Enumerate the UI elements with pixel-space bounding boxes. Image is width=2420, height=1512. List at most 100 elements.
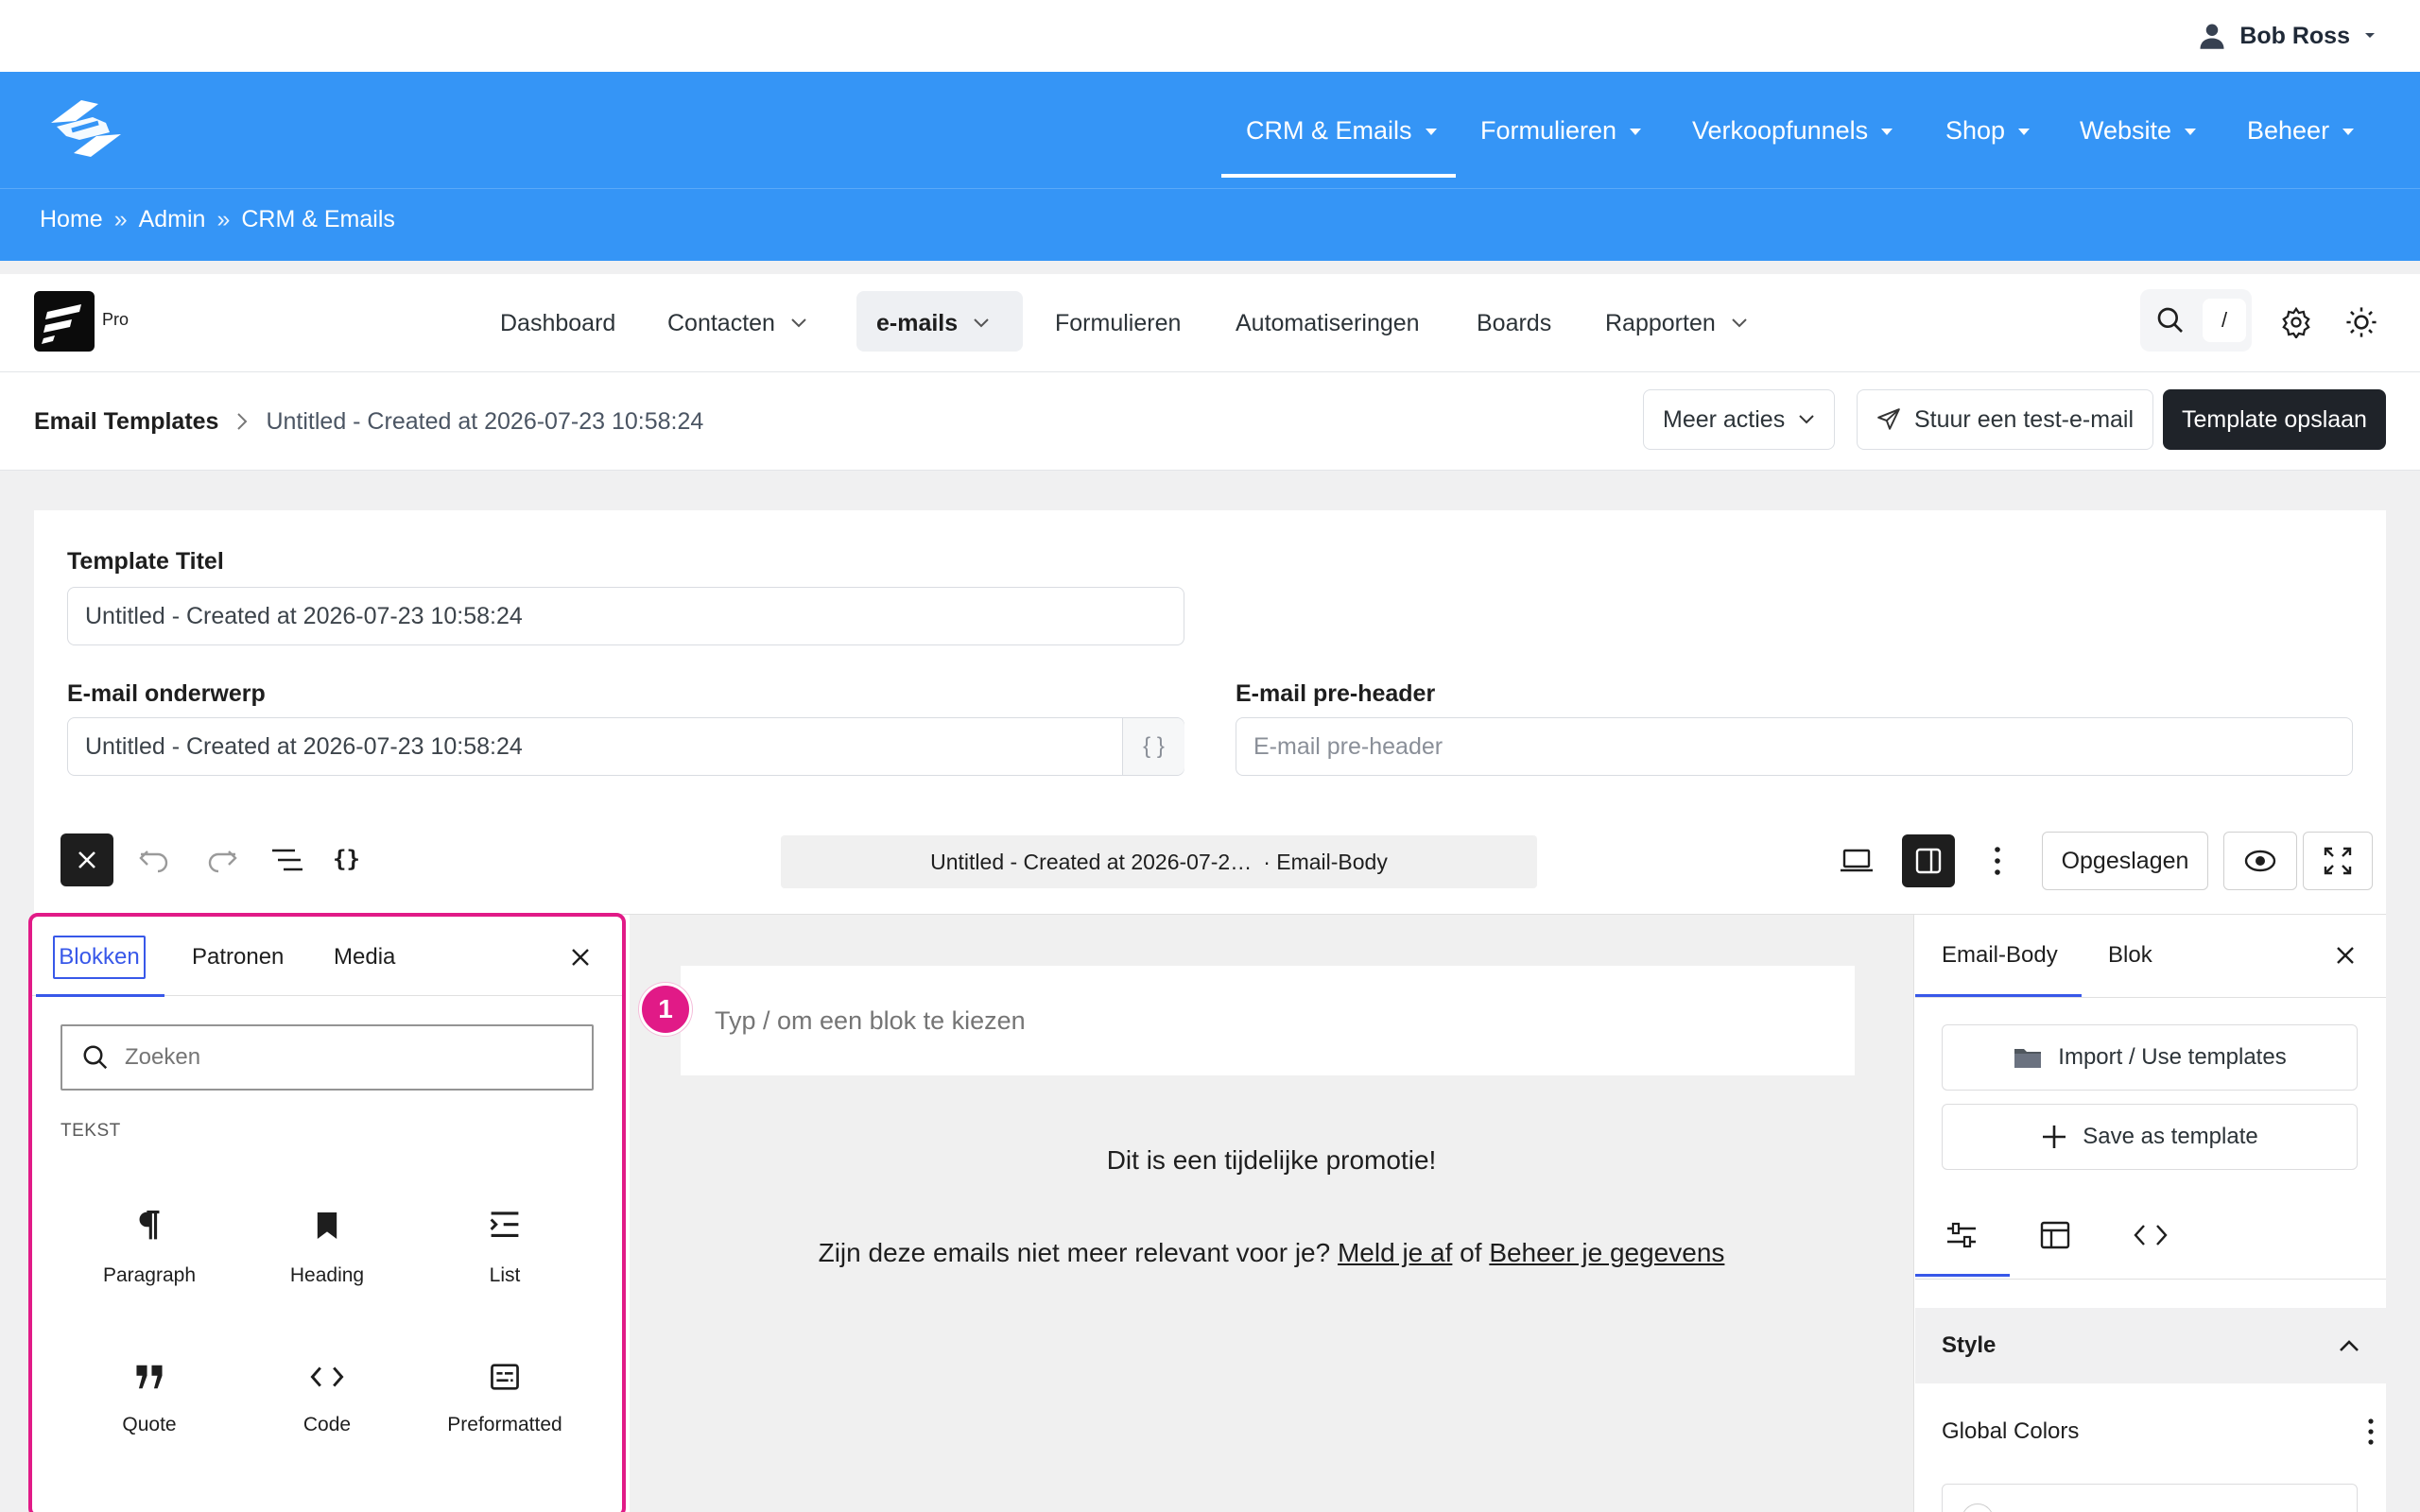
- manage-preferences-link[interactable]: Beheer je gegevens: [1489, 1238, 1724, 1267]
- document-outline-icon[interactable]: [270, 848, 304, 872]
- breadcrumb-home[interactable]: Home: [40, 206, 103, 233]
- block-preformatted[interactable]: Preformatted: [416, 1363, 594, 1436]
- app-nav-formulieren[interactable]: Formulieren: [1055, 274, 1181, 372]
- more-actions-button[interactable]: Meer acties: [1643, 389, 1836, 450]
- user-icon: [2200, 24, 2224, 49]
- merge-tags-button[interactable]: { }: [1122, 718, 1184, 775]
- block-quote[interactable]: Quote: [60, 1363, 238, 1436]
- heading-icon: [317, 1212, 337, 1239]
- promo-text[interactable]: Dit is een tijdelijke promotie!: [630, 1145, 1913, 1176]
- template-title-input[interactable]: Untitled - Created at 2026-07-23 10:58:2…: [67, 587, 1184, 645]
- nav-active-indicator: [1221, 174, 1456, 178]
- app-nav-automatiseringen[interactable]: Automatiseringen: [1236, 274, 1420, 372]
- caret-down-icon: [1425, 129, 1437, 135]
- chevron-down-icon: [2365, 33, 2375, 38]
- breadcrumb-separator: »: [216, 205, 231, 232]
- app-nav-boards[interactable]: Boards: [1477, 274, 1551, 372]
- tab-blocks[interactable]: Blokken: [53, 936, 146, 979]
- app-nav-dashboard[interactable]: Dashboard: [500, 274, 615, 372]
- preview-button[interactable]: [2223, 832, 2297, 890]
- active-tab-indicator: [36, 994, 164, 997]
- color-picker-row[interactable]: [1942, 1484, 2358, 1512]
- footer-text-block[interactable]: Zijn deze emails niet meer relevant voor…: [630, 1238, 1913, 1268]
- chevron-down-icon: [1732, 318, 1747, 328]
- desktop-preview-icon[interactable]: [1840, 846, 1874, 874]
- tab-media[interactable]: Media: [334, 936, 395, 979]
- block-code[interactable]: Code: [238, 1363, 416, 1436]
- import-templates-label: Import / Use templates: [2058, 1044, 2287, 1070]
- nav-crm-emails[interactable]: CRM & Emails: [1246, 72, 1437, 189]
- block-heading[interactable]: Heading: [238, 1210, 416, 1287]
- block-list[interactable]: List: [416, 1210, 594, 1287]
- search-icon: [83, 1045, 108, 1070]
- document-title-bar[interactable]: Untitled - Created at 2026-07-2… · Email…: [781, 835, 1537, 888]
- global-colors-label: Global Colors: [1942, 1418, 2080, 1444]
- app-logo[interactable]: [34, 291, 95, 352]
- block-paragraph[interactable]: Paragraph: [60, 1210, 238, 1287]
- tab-email-body[interactable]: Email-Body: [1942, 915, 2058, 996]
- unsubscribe-link[interactable]: Meld je af: [1338, 1238, 1452, 1267]
- block-heading-label: Heading: [289, 1264, 365, 1286]
- more-options-icon[interactable]: [1988, 844, 2007, 878]
- nav-shop-label: Shop: [1945, 115, 2006, 145]
- variables-button[interactable]: {}: [333, 846, 360, 872]
- user-menu[interactable]: Bob Ross: [2198, 17, 2377, 55]
- nav-beheer[interactable]: Beheer: [2247, 72, 2355, 189]
- code-icon[interactable]: [2133, 1223, 2169, 1247]
- block-search-input[interactable]: Zoeken: [60, 1024, 594, 1091]
- undo-icon[interactable]: [138, 846, 170, 874]
- email-subject-input[interactable]: Untitled - Created at 2026-07-23 10:58:2…: [67, 717, 1184, 776]
- breadcrumb: Home » Admin » CRM & Emails: [40, 189, 395, 249]
- app-nav-emails[interactable]: e-mails: [876, 274, 990, 372]
- app-nav-contacten-label: Contacten: [667, 309, 775, 336]
- block-appender[interactable]: Typ / om een blok te kiezen: [681, 966, 1855, 1075]
- list-icon: [490, 1211, 519, 1238]
- caret-down-icon: [1881, 129, 1893, 135]
- saved-status-button[interactable]: Opgeslagen: [2042, 832, 2208, 890]
- nav-verkoopfunnels[interactable]: Verkoopfunnels: [1692, 72, 1893, 189]
- global-colors-row: Global Colors: [1942, 1408, 2377, 1455]
- app-nav-emails-label: e-mails: [876, 309, 959, 336]
- fullscreen-button[interactable]: [2303, 832, 2373, 890]
- more-options-icon[interactable]: [2365, 1418, 2377, 1446]
- sun-icon[interactable]: [2345, 306, 2377, 338]
- import-templates-button[interactable]: Import / Use templates: [1942, 1024, 2358, 1091]
- gear-icon[interactable]: [2280, 306, 2312, 338]
- app-nav-contacten[interactable]: Contacten: [667, 274, 807, 372]
- brand-logo[interactable]: [43, 94, 129, 163]
- nav-website[interactable]: Website: [2080, 72, 2197, 189]
- app-nav-rapporten[interactable]: Rapporten: [1605, 274, 1748, 372]
- breadcrumb-admin[interactable]: Admin: [139, 206, 206, 233]
- nav-shop[interactable]: Shop: [1945, 72, 2031, 189]
- tab-patterns[interactable]: Patronen: [192, 936, 284, 979]
- layout-icon[interactable]: [2040, 1221, 2070, 1249]
- style-panel-header[interactable]: Style: [1915, 1308, 2386, 1383]
- send-test-email-button[interactable]: Stuur een test-e-mail: [1857, 389, 2154, 450]
- nav-formulieren[interactable]: Formulieren: [1480, 72, 1642, 189]
- email-subject-value: Untitled - Created at 2026-07-23 10:58:2…: [85, 732, 523, 760]
- block-quote-label: Quote: [122, 1414, 177, 1435]
- close-icon[interactable]: [2335, 945, 2356, 966]
- code-icon: [310, 1366, 344, 1387]
- breadcrumb-crm-emails[interactable]: CRM & Emails: [241, 206, 395, 233]
- sliders-icon[interactable]: [1945, 1221, 1978, 1249]
- block-category-label: TEKST: [60, 1121, 121, 1141]
- save-template-button[interactable]: Template opslaan: [2163, 389, 2386, 450]
- redo-icon[interactable]: [206, 846, 238, 874]
- block-list-label: List: [489, 1264, 521, 1286]
- save-as-template-button[interactable]: Save as template: [1942, 1104, 2358, 1170]
- settings-sidebar-toggle[interactable]: [1902, 834, 1955, 887]
- fullscreen-icon: [2324, 847, 2352, 875]
- color-swatch[interactable]: [1962, 1503, 1994, 1512]
- caret-down-icon: [2342, 129, 2355, 135]
- breadcrumb-bar: Home » Admin » CRM & Emails: [0, 189, 2420, 261]
- eye-icon: [2244, 850, 2276, 872]
- search-icon: [2157, 307, 2183, 333]
- template-breadcrumb: Email Templates Untitled - Created at 20…: [34, 372, 703, 471]
- breadcrumb-email-templates[interactable]: Email Templates: [34, 408, 218, 436]
- close-icon[interactable]: [570, 947, 591, 968]
- close-inserter-button[interactable]: [60, 833, 113, 886]
- email-preheader-input[interactable]: E-mail pre-header: [1236, 717, 2353, 776]
- preformatted-icon: [491, 1364, 519, 1390]
- tab-block[interactable]: Blok: [2108, 915, 2152, 996]
